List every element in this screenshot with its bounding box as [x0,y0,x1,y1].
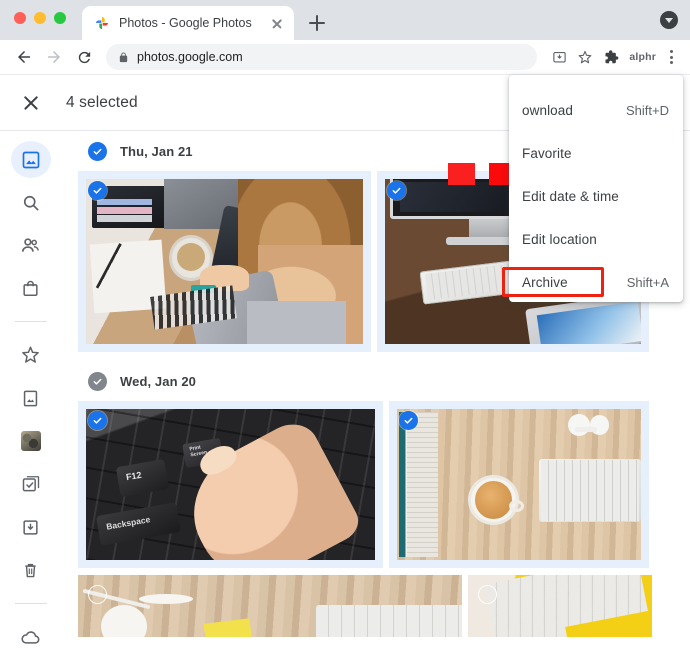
sidebar-item-storage[interactable] [11,618,51,655]
browser-tab[interactable]: Photos - Google Photos [82,6,294,40]
sidebar-item-favorites[interactable] [11,336,51,373]
photo-thumbnail-icon [20,431,41,452]
google-photos-pinwheel-icon [94,15,110,31]
date-select-checkbox[interactable] [88,371,107,391]
profile-label[interactable]: alphr [625,51,660,63]
tab-search-icon[interactable] [660,11,678,29]
menu-item-edit-location[interactable]: Edit location [509,218,683,261]
tab-title: Photos - Google Photos [119,16,252,30]
date-label: Thu, Jan 21 [120,143,193,159]
date-label: Wed, Jan 20 [120,373,197,389]
photo-select-badge[interactable] [478,585,497,604]
chrome-menu-kebab-icon[interactable] [662,50,680,64]
photo-tile[interactable] [78,171,371,352]
maximize-window-button[interactable] [54,12,66,24]
sidebar-item-utilities[interactable] [11,466,51,503]
address-bar[interactable]: photos.google.com [106,44,538,70]
sidebar-item-store[interactable] [11,270,51,307]
photo-image [397,409,641,560]
photo-select-badge[interactable] [387,181,406,200]
url-text: photos.google.com [137,50,243,64]
context-menu: ownload Shift+D Favorite Edit date & tim… [502,75,683,304]
menu-item-label: Archive [522,275,568,290]
close-window-button[interactable] [14,12,26,24]
browser-toolbar: photos.google.com alphr [0,40,690,75]
sidebar-item-albums[interactable] [11,379,51,416]
photo-row [70,575,690,637]
photo-select-badge[interactable] [88,181,107,200]
menu-item-label: Edit date & time [522,189,619,204]
date-header: Wed, Jan 20 [70,361,690,401]
window-controls [14,12,66,24]
sidebar-divider [14,321,47,323]
sidebar-item-sharing[interactable] [11,227,51,264]
back-arrow-icon[interactable] [10,43,38,71]
sidebar-item-trash[interactable] [11,552,51,589]
photo-image [78,575,462,637]
menu-item-favorite[interactable]: Favorite [509,132,683,175]
lock-icon [118,51,129,64]
sidebar-item-search[interactable] [11,184,51,221]
bookmark-star-icon[interactable] [573,45,597,69]
sidebar-divider [14,603,47,604]
menu-item-edit-date-time[interactable]: Edit date & time [509,175,683,218]
redaction-blocks [448,163,516,185]
app-sidebar [0,131,62,655]
menu-item-archive[interactable]: Archive Shift+A [502,261,683,304]
selection-count-label: 4 selected [66,94,138,111]
browser-window: Photos - Google Photos photos.google.com [0,0,690,655]
new-tab-button[interactable] [306,12,328,34]
forward-arrow-icon[interactable] [40,43,68,71]
photo-image: F12 Backspace Print Screen [86,409,375,560]
menu-item-label: ownload [522,103,573,118]
menu-item-label: Favorite [522,146,572,161]
menu-item-shortcut: Shift+A [626,275,669,290]
photo-tile[interactable]: F12 Backspace Print Screen [78,401,383,568]
install-icon[interactable] [547,45,571,69]
photo-tile[interactable] [468,575,652,637]
sidebar-item-photos[interactable] [10,141,51,179]
photo-row: F12 Backspace Print Screen [70,401,690,568]
photo-tile[interactable] [389,401,649,568]
redaction-block [448,163,475,185]
extensions-puzzle-icon[interactable] [599,45,623,69]
menu-item-label: Edit location [522,232,597,247]
sidebar-item-memories[interactable] [11,423,51,460]
photo-select-badge[interactable] [399,411,418,430]
menu-item-download[interactable]: ownload Shift+D [509,89,683,132]
menu-item-shortcut: Shift+D [626,103,669,118]
page-body: 4 selected Thu, Jan 21 Wed, Jan 20 F12 B… [0,75,690,655]
sidebar-item-archive[interactable] [11,509,51,546]
close-icon[interactable] [268,14,286,32]
close-selection-icon[interactable] [18,90,44,116]
minimize-window-button[interactable] [34,12,46,24]
photo-image [86,179,363,344]
photo-tile[interactable] [78,575,462,637]
photo-image [468,575,652,637]
photo-select-badge[interactable] [88,411,107,430]
tab-strip: Photos - Google Photos [0,0,690,40]
reload-icon[interactable] [70,43,98,71]
date-select-checkbox[interactable] [88,141,107,161]
photo-select-badge[interactable] [88,585,107,604]
